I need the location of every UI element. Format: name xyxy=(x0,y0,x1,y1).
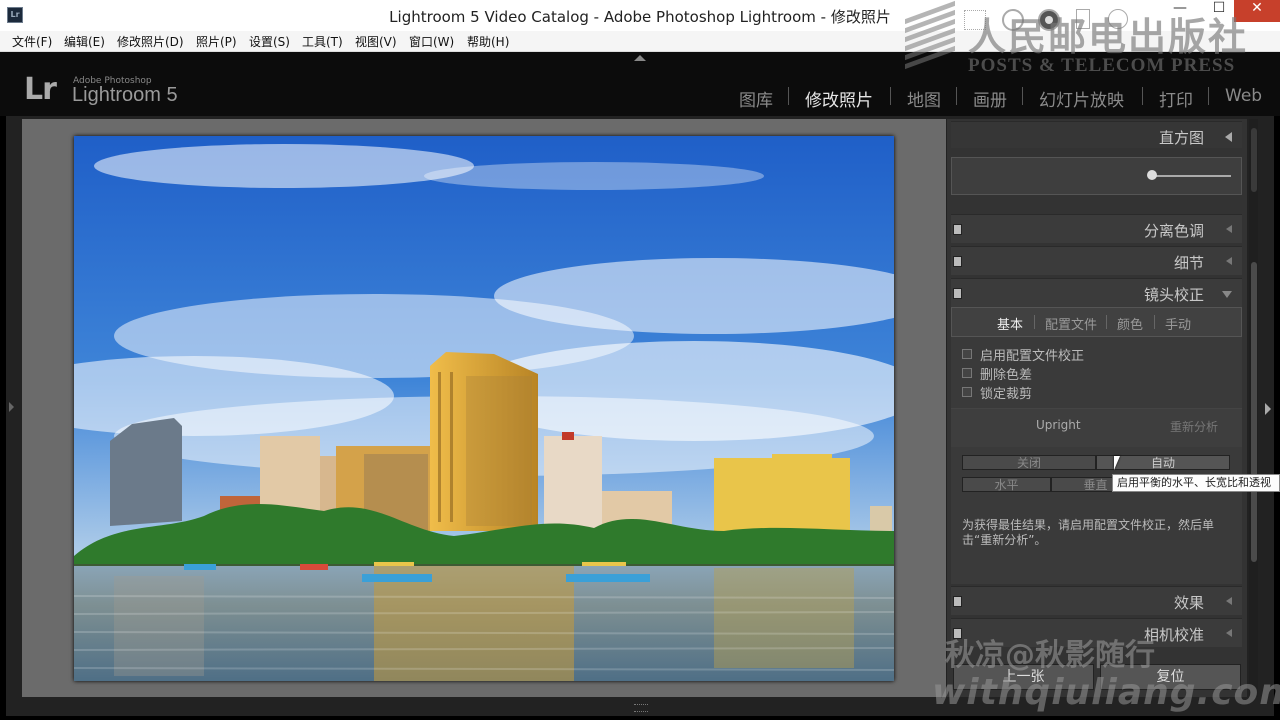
module-divider xyxy=(1142,87,1143,105)
lens-correction-header[interactable]: 镜头校正 xyxy=(951,278,1242,307)
upright-off-button[interactable]: 关闭 xyxy=(962,455,1096,470)
remove-chromatic-aberration-row[interactable]: 删除色差 xyxy=(962,364,1032,383)
module-web[interactable]: Web xyxy=(1225,86,1262,106)
menu-develop[interactable]: 修改照片(D) xyxy=(117,33,184,50)
module-divider xyxy=(956,87,957,105)
adjustment-brush-knob[interactable] xyxy=(1147,170,1157,180)
publisher-watermark-en: POSTS & TELECOM PRESS xyxy=(968,55,1236,76)
lens-correction-label: 镜头校正 xyxy=(1143,286,1204,304)
split-toning-toggle[interactable] xyxy=(953,224,962,235)
histogram-header[interactable]: 直方图 xyxy=(951,121,1242,148)
adjustment-brush-slider[interactable] xyxy=(1151,175,1231,177)
author-watermark: 秋凉@秋影随行 xyxy=(945,638,1155,673)
menu-window[interactable]: 窗口(W) xyxy=(409,33,454,50)
menu-photo[interactable]: 照片(P) xyxy=(196,33,237,50)
menu-settings[interactable]: 设置(S) xyxy=(249,33,290,50)
lightroom-logo: Lr xyxy=(24,72,57,107)
menu-tools[interactable]: 工具(T) xyxy=(302,33,343,50)
effects-label: 效果 xyxy=(1173,594,1204,612)
tab-basic[interactable]: 基本 xyxy=(997,314,1023,333)
camera-calibration-expand-icon[interactable] xyxy=(1226,629,1232,637)
tab-manual[interactable]: 手动 xyxy=(1165,314,1191,333)
split-toning-label: 分离色调 xyxy=(1143,222,1204,240)
module-library[interactable]: 图库 xyxy=(739,86,773,111)
upright-level-button[interactable]: 水平 xyxy=(962,477,1051,492)
module-divider xyxy=(1022,87,1023,105)
constrain-crop-row[interactable]: 锁定裁剪 xyxy=(962,383,1032,402)
module-develop[interactable]: 修改照片 xyxy=(805,86,873,111)
module-slideshow[interactable]: 幻灯片放映 xyxy=(1039,86,1124,111)
upright-label: Upright xyxy=(1036,418,1081,432)
lens-correction-toggle[interactable] xyxy=(953,288,962,299)
effects-header[interactable]: 效果 xyxy=(951,586,1242,615)
menu-view[interactable]: 视图(V) xyxy=(355,33,397,50)
enable-profile-corrections-row[interactable]: 启用配置文件校正 xyxy=(962,345,1084,364)
publisher-watermark-cn: 人民邮电出版社 xyxy=(968,14,1249,59)
histogram-collapse-icon[interactable] xyxy=(1225,132,1232,142)
module-divider xyxy=(788,87,789,105)
lens-correction-collapse-icon[interactable] xyxy=(1222,291,1232,298)
constrain-crop-label: 锁定裁剪 xyxy=(980,387,1033,402)
tab-divider xyxy=(1154,315,1155,329)
collapse-right-panel-arrow[interactable] xyxy=(1265,403,1271,415)
menu-edit[interactable]: 编辑(E) xyxy=(64,33,105,50)
split-toning-header[interactable]: 分离色调 xyxy=(951,214,1242,243)
menu-help[interactable]: 帮助(H) xyxy=(467,33,509,50)
enable-profile-corrections-checkbox[interactable] xyxy=(962,349,972,359)
detail-expand-icon[interactable] xyxy=(1226,257,1232,265)
collapse-top-panel-arrow[interactable] xyxy=(634,55,646,61)
lake-cityscape-photo xyxy=(74,136,894,681)
detail-label: 细节 xyxy=(1173,254,1204,272)
module-book[interactable]: 画册 xyxy=(973,86,1007,111)
site-watermark: withqiuliang.com xyxy=(932,672,1280,713)
brand-product: Lightroom 5 xyxy=(72,84,178,106)
remove-chromatic-aberration-label: 删除色差 xyxy=(980,368,1033,383)
module-divider xyxy=(890,87,891,105)
module-map[interactable]: 地图 xyxy=(907,86,941,111)
filmstrip-grip[interactable] xyxy=(634,704,648,712)
expand-left-panel-arrow[interactable] xyxy=(9,402,14,412)
enable-profile-corrections-label: 启用配置文件校正 xyxy=(980,349,1085,364)
split-toning-expand-icon[interactable] xyxy=(1226,225,1232,233)
menu-file[interactable]: 文件(F) xyxy=(12,33,52,50)
reanalyze-hint: 为获得最佳结果，请启用配置文件校正，然后单击“重新分析”。 xyxy=(962,518,1215,547)
histogram-label: 直方图 xyxy=(1158,129,1204,147)
tab-divider xyxy=(1106,315,1107,329)
effects-toggle[interactable] xyxy=(953,596,962,607)
module-print[interactable]: 打印 xyxy=(1159,86,1193,111)
detail-toggle[interactable] xyxy=(953,256,962,267)
constrain-crop-checkbox[interactable] xyxy=(962,387,972,397)
mouse-cursor-icon xyxy=(1114,456,1120,470)
publisher-logo-icon xyxy=(905,0,955,76)
edited-photo[interactable] xyxy=(74,136,894,681)
tab-divider xyxy=(1034,315,1035,329)
detail-header[interactable]: 细节 xyxy=(951,246,1242,275)
panel-scrollbar-upper-thumb xyxy=(1251,128,1257,192)
effects-expand-icon[interactable] xyxy=(1226,597,1232,605)
tab-color[interactable]: 颜色 xyxy=(1117,314,1143,333)
module-divider xyxy=(1208,87,1209,105)
reanalyze-button[interactable]: 重新分析 xyxy=(1170,418,1218,435)
panel-scrollbar-thumb[interactable] xyxy=(1251,262,1257,562)
remove-chromatic-aberration-checkbox[interactable] xyxy=(962,368,972,378)
tab-profile[interactable]: 配置文件 xyxy=(1045,314,1097,333)
auto-tooltip: 启用平衡的水平、长宽比和透视 xyxy=(1112,474,1280,492)
